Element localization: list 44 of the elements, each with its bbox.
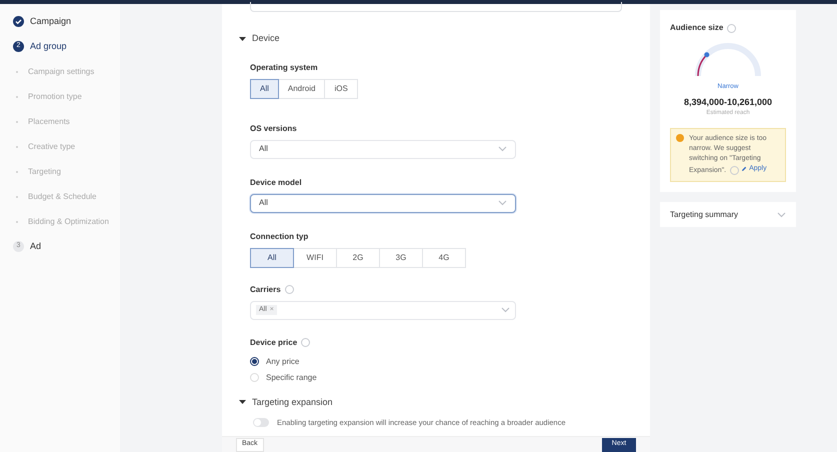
section-title: Targeting expansion bbox=[252, 396, 333, 409]
card-title: Targeting summary bbox=[670, 208, 738, 221]
segment-option[interactable]: 2G bbox=[336, 248, 380, 268]
field-label: Device model bbox=[250, 176, 303, 188]
info-icon bbox=[727, 24, 736, 32]
segment-option[interactable]: iOS bbox=[324, 78, 358, 98]
caret-icon[interactable] bbox=[239, 399, 246, 406]
radio-button[interactable] bbox=[250, 357, 259, 366]
segment-option[interactable]: 3G bbox=[379, 248, 423, 268]
segment-option[interactable]: All bbox=[250, 78, 279, 98]
reach-value: 8,394,000-10,261,000 bbox=[684, 96, 772, 109]
field-label: Operating system bbox=[250, 62, 319, 74]
field-label: Connection typ bbox=[250, 230, 310, 242]
field-label: Carriers bbox=[250, 284, 650, 296]
select-value: All bbox=[259, 143, 268, 155]
select-field[interactable]: All bbox=[250, 194, 516, 212]
segment-option[interactable]: 4G bbox=[422, 248, 466, 268]
step-label[interactable]: Ad group bbox=[30, 40, 67, 54]
field-label: Device price bbox=[250, 336, 650, 348]
select-field[interactable]: All bbox=[250, 140, 516, 158]
step-label[interactable]: Ad bbox=[30, 240, 42, 254]
warning-icon bbox=[676, 134, 684, 142]
radio-label: Specific range bbox=[266, 372, 317, 384]
info-icon bbox=[730, 166, 740, 175]
radio-label: Any price bbox=[266, 356, 300, 368]
segment-option[interactable]: Android bbox=[278, 78, 326, 98]
card-title: Audience size bbox=[670, 22, 736, 34]
chevron-down-icon bbox=[498, 200, 507, 206]
text-field[interactable] bbox=[250, 2, 622, 12]
field-label: OS versions bbox=[250, 122, 298, 134]
section-title: Device bbox=[252, 32, 280, 45]
select-value: All bbox=[259, 197, 268, 209]
info-icon bbox=[284, 285, 294, 294]
caret-icon[interactable] bbox=[239, 36, 246, 42]
chevron-down-icon bbox=[501, 307, 510, 313]
summary-card[interactable]: Targeting summary bbox=[660, 202, 796, 228]
segment-option[interactable]: WIFI bbox=[293, 248, 337, 268]
info-icon bbox=[301, 338, 310, 347]
edit-icon bbox=[741, 166, 748, 172]
segment-option[interactable]: All bbox=[250, 248, 294, 268]
toggle-switch[interactable] bbox=[253, 418, 269, 428]
chevron-down-icon bbox=[498, 146, 507, 152]
step-label[interactable]: Campaign bbox=[30, 14, 72, 28]
chevron-down-icon bbox=[777, 212, 786, 218]
